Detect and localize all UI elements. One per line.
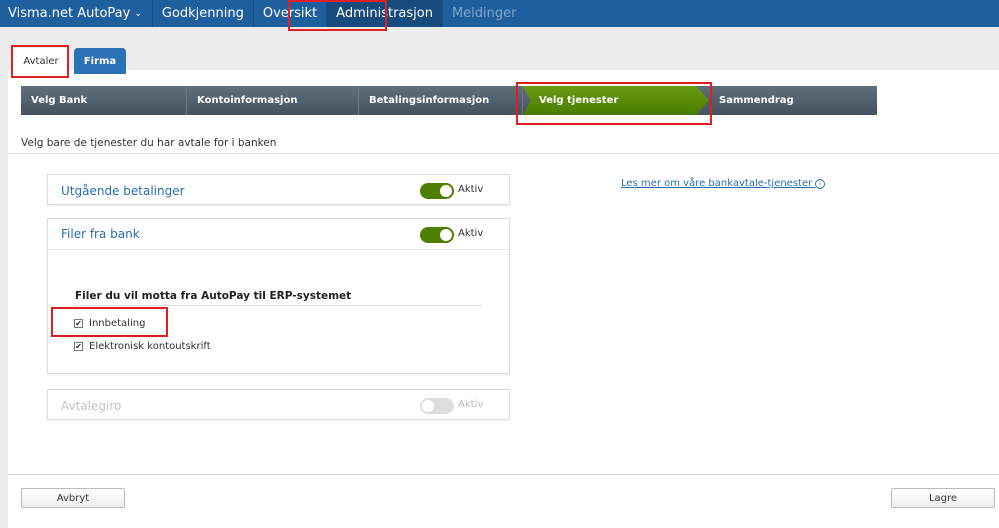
checkbox-checked-icon: ✔ — [74, 319, 83, 328]
checkbox-label: Innbetaling — [89, 318, 146, 329]
toggle-label: Aktiv — [458, 228, 484, 239]
toggle-label: Aktiv — [458, 184, 484, 195]
toggle-avtalegiro[interactable] — [420, 398, 454, 414]
checkbox-kontoutskrift[interactable]: ✔ Elektronisk kontoutskrift — [74, 341, 211, 352]
checkbox-label: Elektronisk kontoutskrift — [89, 341, 211, 352]
card-avtalegiro: Avtalegiro Aktiv — [47, 389, 510, 420]
nav-oversikt[interactable]: Oversikt — [254, 0, 328, 27]
step-sammendrag[interactable]: Sammendrag — [709, 86, 877, 115]
wizard-steps: Velg Bank Kontoinformasjon Betalingsinfo… — [21, 86, 877, 115]
checkbox-innbetaling[interactable]: ✔ Innbetaling — [74, 318, 145, 329]
nav-administrasjon[interactable]: Administrasjon — [327, 0, 443, 27]
step-velg-bank[interactable]: Velg Bank — [21, 86, 187, 115]
toggle-label: Aktiv — [458, 399, 484, 410]
card-title: Filer fra bank — [61, 227, 140, 241]
intro-text: Velg bare de tjenester du har avtale for… — [21, 137, 277, 149]
toggle-filer[interactable] — [420, 227, 454, 243]
checkbox-checked-icon: ✔ — [74, 342, 83, 351]
files-heading: Filer du vil motta fra AutoPay til ERP-s… — [75, 290, 352, 302]
step-kontoinformasjon[interactable]: Kontoinformasjon — [187, 86, 359, 115]
tab-avtaler[interactable]: Avtaler — [13, 48, 69, 74]
step-betalingsinformasjon[interactable]: Betalingsinformasjon — [359, 86, 523, 115]
cancel-button[interactable]: Avbryt — [21, 488, 125, 508]
brand-label: Visma.net AutoPay — [8, 6, 131, 21]
card-title: Utgående betalinger — [61, 183, 185, 198]
chevron-down-icon: ⌄ — [134, 8, 142, 19]
save-button[interactable]: Lagre — [891, 488, 995, 508]
card-title: Avtalegiro — [61, 398, 122, 413]
bankavtale-link[interactable]: Les mer om våre bankavtale-tjenester › — [621, 178, 826, 189]
brand-menu[interactable]: Visma.net AutoPay ⌄ — [0, 0, 153, 27]
toggle-utgaende[interactable] — [420, 183, 454, 199]
nav-godkjenning[interactable]: Godkjenning — [153, 0, 254, 27]
card-utgaende-betalinger: Utgående betalinger Aktiv — [47, 174, 510, 205]
divider — [8, 153, 999, 154]
nav-meldinger[interactable]: Meldinger — [443, 0, 526, 27]
divider — [8, 474, 999, 475]
tab-firma[interactable]: Firma — [74, 48, 126, 74]
divider — [73, 305, 483, 306]
top-nav: Visma.net AutoPay ⌄ Godkjenning Oversikt … — [0, 0, 999, 27]
step-velg-tjenester[interactable]: Velg tjenester — [523, 86, 709, 115]
circle-arrow-right-icon: › — [815, 179, 826, 189]
link-text: Les mer om våre bankavtale-tjenester — [621, 178, 813, 189]
